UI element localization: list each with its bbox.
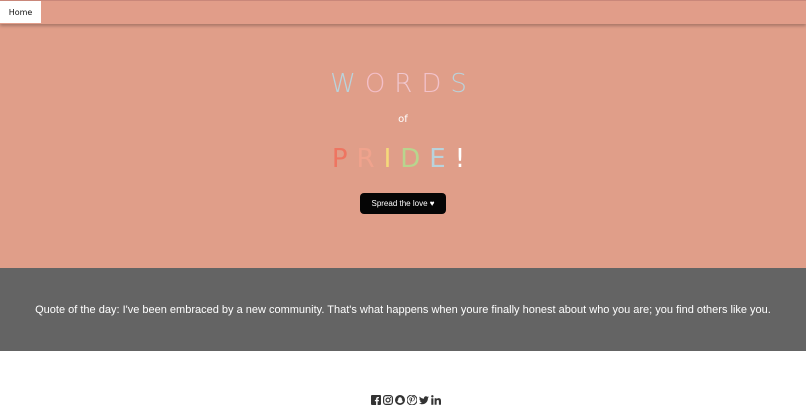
snapchat-icon[interactable] [395, 395, 405, 405]
spread-love-button[interactable]: Spread the love ♥ [360, 193, 446, 214]
words-letter: W [330, 69, 365, 99]
quote-section: Quote of the day: I've been embraced by … [0, 268, 806, 351]
hero-title-pride: PRIDE! [0, 144, 806, 174]
footer [0, 351, 806, 412]
social-links [371, 394, 441, 406]
pride-letter: ! [454, 144, 475, 174]
instagram-icon[interactable] [383, 395, 393, 405]
linkedin-icon[interactable] [431, 395, 441, 405]
pride-letter: P [331, 144, 357, 174]
pride-letter: E [429, 144, 455, 174]
words-letter: S [450, 69, 476, 99]
pride-letter: R [356, 144, 384, 174]
words-letter: R [394, 69, 422, 99]
pride-letter: I [383, 144, 401, 174]
pride-letter: D [400, 144, 430, 174]
facebook-icon[interactable] [371, 395, 381, 405]
words-letter: D [421, 69, 451, 99]
twitter-icon[interactable] [419, 395, 429, 405]
quote-of-the-day: Quote of the day: I've been embraced by … [35, 303, 771, 316]
words-letter: O [364, 69, 395, 99]
top-nav: Home [0, 0, 806, 24]
hero-title-words: WORDS [0, 69, 806, 99]
pinterest-icon[interactable] [407, 395, 417, 405]
hero-connector: of [398, 114, 408, 125]
nav-home-link[interactable]: Home [0, 1, 41, 23]
hero-section: WORDS of PRIDE! Spread the love ♥ [0, 23, 806, 268]
